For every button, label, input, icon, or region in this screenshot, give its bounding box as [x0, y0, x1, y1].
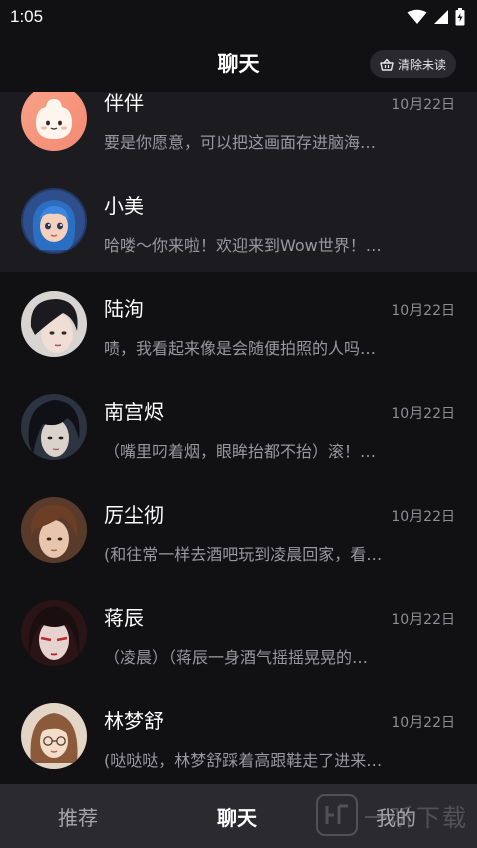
woman-avatar	[21, 703, 87, 769]
chat-date: 10月22日	[391, 406, 455, 422]
chat-date: 10月22日	[391, 303, 455, 319]
chat-name: 小美	[104, 194, 144, 218]
status-icons	[407, 8, 465, 26]
man-avatar	[21, 497, 87, 563]
nav-tab-chat[interactable]: 聊天	[217, 802, 257, 831]
chat-name: 蒋辰	[104, 606, 144, 630]
girl-avatar	[21, 188, 87, 254]
avatar	[21, 188, 87, 254]
chat-item[interactable]: 陆洵 10月22日 啧，我看起来像是会随便拍照的人吗…	[0, 272, 477, 375]
chat-screen: 1:05 聊天 清除未读 伴伴 10月22日 要是你愿意，可以把这画面存进脑海……	[0, 0, 477, 848]
man-avatar	[21, 600, 87, 666]
clear-unread-label: 清除未读	[397, 57, 446, 72]
chat-preview: (哒哒哒，林梦舒踩着高跟鞋走了进来…	[104, 751, 383, 770]
avatar	[21, 291, 87, 357]
chat-preview: (和往常一样去酒吧玩到凌晨回家，看…	[104, 545, 383, 564]
watermark: 一听下载	[316, 790, 468, 840]
chat-item[interactable]: 伴伴 10月22日 要是你愿意，可以把这画面存进脑海…	[0, 92, 477, 169]
bottom-nav: 推荐 聊天 我的 一听下载	[0, 784, 477, 848]
chat-name: 厉尘彻	[104, 503, 164, 527]
status-time: 1:05	[10, 7, 44, 26]
chat-item[interactable]: 小美 哈喽～你来啦！欢迎来到Wow世界！…	[0, 169, 477, 272]
chat-item[interactable]: 厉尘彻 10月22日 (和往常一样去酒吧玩到凌晨回家，看…	[0, 478, 477, 581]
status-bar: 1:05	[0, 0, 477, 34]
chat-preview: （嘴里叼着烟，眼眸抬都不抬）滚！…	[104, 442, 377, 461]
signal-icon	[434, 10, 448, 24]
avatar	[21, 703, 87, 769]
mascot-avatar	[21, 92, 87, 151]
watermark-text: 一听下载	[364, 803, 468, 832]
chat-date: 10月22日	[391, 612, 455, 628]
chat-preview: 啧，我看起来像是会随便拍照的人吗…	[104, 339, 377, 358]
page-title: 聊天	[217, 52, 260, 76]
man-avatar	[21, 291, 87, 357]
clear-unread-button[interactable]: 清除未读	[369, 50, 456, 78]
chat-preview: （凌晨）（蒋辰一身酒气摇摇晃晃的…	[104, 648, 369, 667]
avatar	[21, 394, 87, 460]
watermark-logo-icon	[316, 794, 358, 836]
chat-item[interactable]: 蒋辰 10月22日 （凌晨）（蒋辰一身酒气摇摇晃晃的…	[0, 581, 477, 684]
header: 聊天 清除未读	[0, 34, 477, 92]
chat-name: 陆洵	[104, 297, 144, 321]
nav-tab-recommend[interactable]: 推荐	[58, 802, 98, 831]
chat-date: 10月22日	[391, 509, 455, 525]
chat-name: 南宫烬	[104, 400, 164, 424]
avatar	[21, 497, 87, 563]
chat-preview: 哈喽～你来啦！欢迎来到Wow世界！…	[104, 236, 382, 255]
avatar	[21, 92, 87, 151]
chat-list[interactable]: 伴伴 10月22日 要是你愿意，可以把这画面存进脑海… 小美 哈喽～你来啦！欢迎…	[0, 92, 477, 784]
chat-list-content: 伴伴 10月22日 要是你愿意，可以把这画面存进脑海… 小美 哈喽～你来啦！欢迎…	[0, 92, 477, 784]
man-avatar	[21, 394, 87, 460]
wifi-icon	[407, 9, 427, 24]
chat-name: 伴伴	[104, 92, 144, 115]
avatar	[21, 600, 87, 666]
basket-icon	[380, 58, 394, 71]
chat-preview: 要是你愿意，可以把这画面存进脑海…	[104, 133, 377, 152]
chat-name: 林梦舒	[104, 709, 164, 733]
battery-icon	[455, 8, 465, 26]
chat-item[interactable]: 南宫烬 10月22日 （嘴里叼着烟，眼眸抬都不抬）滚！…	[0, 375, 477, 478]
chat-date: 10月22日	[391, 97, 455, 113]
chat-item[interactable]: 林梦舒 10月22日 (哒哒哒，林梦舒踩着高跟鞋走了进来…	[0, 684, 477, 784]
chat-date: 10月22日	[391, 715, 455, 731]
